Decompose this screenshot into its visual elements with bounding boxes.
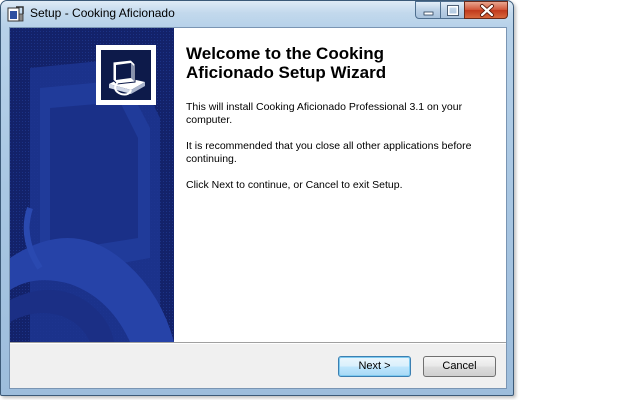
setup-wizard-image (96, 45, 156, 105)
wizard-footer: Next > Cancel (10, 344, 506, 388)
maximize-icon (447, 5, 459, 16)
continue-instructions-text: Click Next to continue, or Cancel to exi… (186, 179, 403, 191)
wizard-client-area: Welcome to the Cooking Aficionado Setup … (9, 27, 507, 389)
next-button[interactable]: Next > (338, 356, 411, 377)
setup-app-icon (7, 5, 25, 23)
window-title: Setup - Cooking Aficionado (30, 6, 175, 20)
close-apps-recommendation-text: It is recommended that you close all oth… (186, 140, 472, 165)
setup-install-icon (109, 59, 145, 96)
wizard-content: Welcome to the Cooking Aficionado Setup … (186, 44, 498, 191)
title-bar[interactable]: Setup - Cooking Aficionado (1, 1, 513, 27)
maximize-button[interactable] (440, 1, 465, 19)
cancel-button[interactable]: Cancel (423, 356, 496, 377)
close-icon (480, 4, 494, 17)
setup-window: Setup - Cooking Aficionado Welcome to th… (0, 0, 514, 396)
minimize-button[interactable] (415, 1, 441, 19)
close-button[interactable] (464, 1, 508, 19)
wizard-side-banner (10, 28, 174, 342)
wizard-heading: Welcome to the Cooking Aficionado Setup … (186, 44, 387, 82)
install-description-text: This will install Cooking Aficionado Pro… (186, 101, 463, 126)
minimize-icon (423, 11, 434, 16)
